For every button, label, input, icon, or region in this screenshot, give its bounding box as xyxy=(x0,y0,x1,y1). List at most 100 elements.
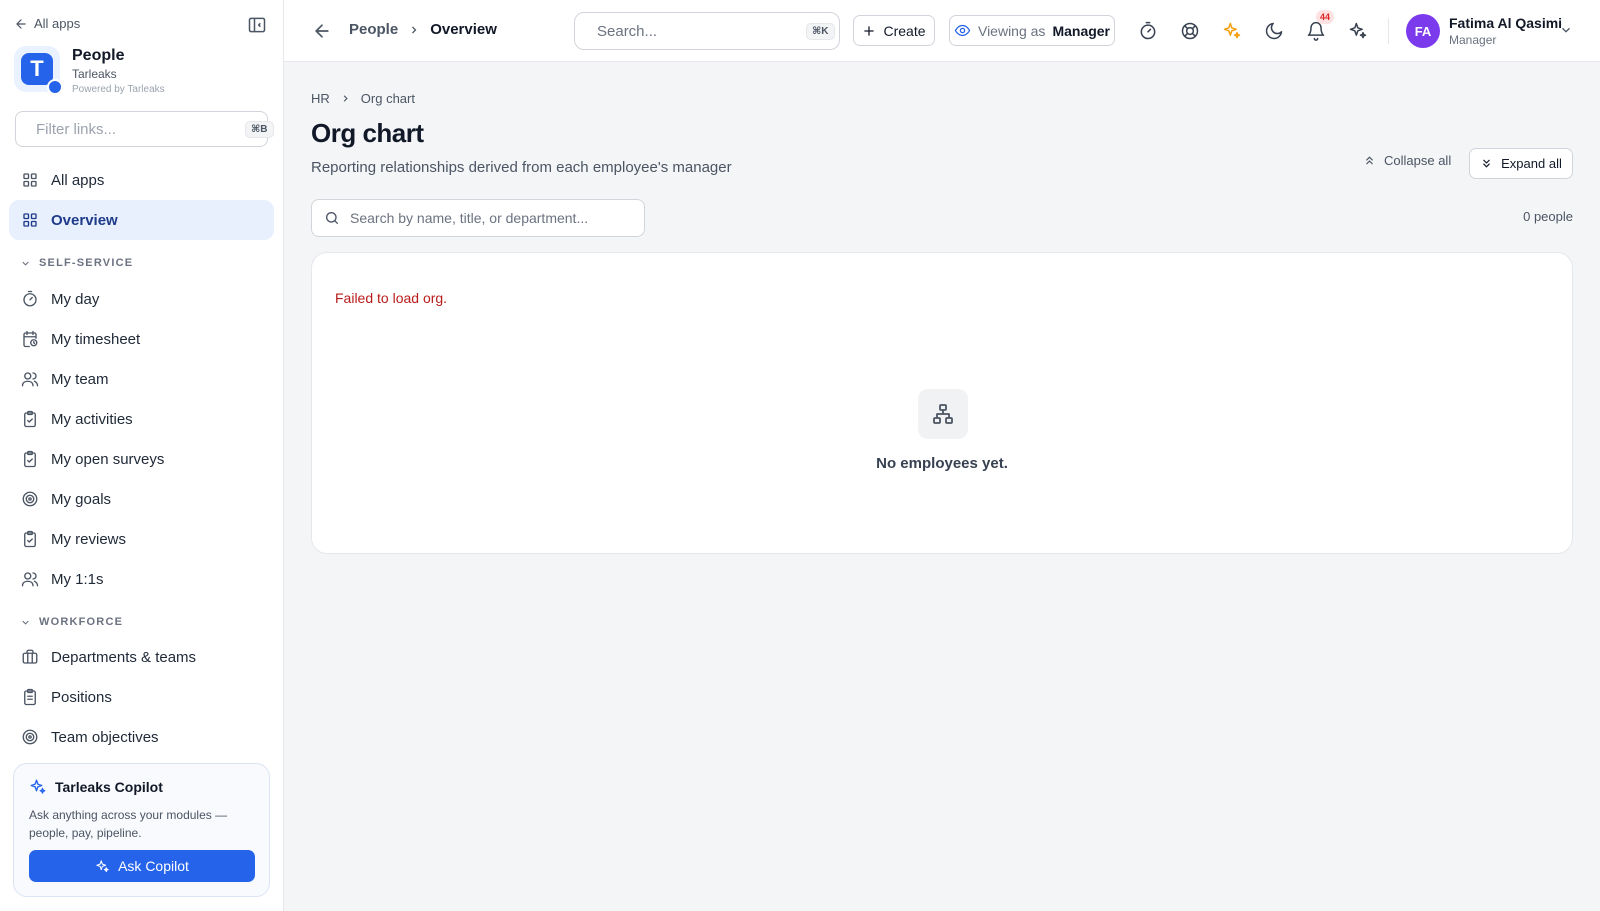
collapse-sidebar-button[interactable] xyxy=(247,15,267,35)
viewing-as-button[interactable]: Viewing as Manager xyxy=(949,15,1115,46)
users-icon xyxy=(21,572,39,587)
grid-icon xyxy=(23,173,37,187)
copilot-title: Tarleaks Copilot xyxy=(55,779,163,795)
page-subtitle: Reporting relationships derived from eac… xyxy=(311,159,732,176)
user-menu-toggle[interactable] xyxy=(1559,23,1573,37)
viewing-as-prefix: Viewing as xyxy=(977,22,1046,39)
sparkles-icon xyxy=(1223,22,1241,39)
sidebar-item-overview[interactable]: Overview xyxy=(9,200,274,240)
app-logo-badge xyxy=(47,79,63,95)
breadcrumb-people[interactable]: People xyxy=(349,21,398,38)
sidebar-item-my-day[interactable]: My day xyxy=(9,279,274,319)
collapse-all-label: Collapse all xyxy=(1384,153,1452,168)
chevron-right-icon xyxy=(343,95,348,102)
user-role: Manager xyxy=(1449,33,1497,47)
notifications-button[interactable] xyxy=(1306,21,1326,41)
user-name: Fatima Al Qasimi xyxy=(1449,15,1563,31)
back-button[interactable] xyxy=(312,21,332,41)
all-apps-back-label: All apps xyxy=(34,16,81,31)
org-chart-icon xyxy=(933,404,953,424)
users-icon xyxy=(21,372,39,387)
sidebar-item-my-activities[interactable]: My activities xyxy=(9,399,274,439)
app-logo: T xyxy=(14,46,63,95)
sidebar-item-positions[interactable]: Positions xyxy=(9,677,274,717)
copilot-shortcut-button[interactable] xyxy=(1348,21,1368,41)
sidebar-item-all-apps[interactable]: All apps xyxy=(9,160,274,200)
sidebar-item-label: My day xyxy=(51,290,100,308)
sidebar-item-label: My activities xyxy=(51,410,133,428)
avatar[interactable]: FA xyxy=(1406,14,1440,48)
ai-sparkle-button[interactable] xyxy=(1222,21,1242,41)
plus-icon xyxy=(864,25,875,36)
sidebar-item-label: Team objectives xyxy=(51,728,159,746)
error-message: Failed to load org. xyxy=(335,290,448,306)
arrow-left-icon xyxy=(315,24,329,38)
chevron-right-icon xyxy=(412,26,417,33)
copilot-title-row: Tarleaks Copilot xyxy=(29,778,254,796)
empty-state-icon xyxy=(918,389,968,439)
theme-toggle-button[interactable] xyxy=(1264,21,1284,41)
sidebar-item-departments-teams[interactable]: Departments & teams xyxy=(9,637,274,677)
sidebar-item-my-goals[interactable]: My goals xyxy=(9,479,274,519)
help-button[interactable] xyxy=(1180,21,1200,41)
eye-icon xyxy=(954,24,971,37)
global-search-field: ⌘K xyxy=(574,12,840,50)
all-apps-back-link[interactable]: All apps xyxy=(14,16,80,31)
life-buoy-icon xyxy=(1181,22,1199,40)
org-search-field xyxy=(311,199,645,237)
app-logo-mark: T xyxy=(21,53,53,85)
empty-state-message: No employees yet. xyxy=(876,455,1008,472)
user-info[interactable]: Fatima Al Qasimi Manager xyxy=(1449,15,1562,48)
topbar: People Overview ⌘K Create Viewing as Man… xyxy=(284,0,1600,62)
section-toggle-self-service[interactable]: SELF-SERVICE xyxy=(20,257,133,269)
sidebar: All apps T People Tarleaks Powered by Ta… xyxy=(0,0,284,911)
sidebar-item-label: Departments & teams xyxy=(51,648,197,666)
sidebar-item-my-1-1s[interactable]: My 1:1s xyxy=(9,559,274,599)
filter-links-input[interactable] xyxy=(36,120,235,138)
sidebar-item-label: Overview xyxy=(51,211,118,229)
sidebar-item-my-reviews[interactable]: My reviews xyxy=(9,519,274,559)
global-search-input[interactable] xyxy=(597,22,796,40)
copilot-card: Tarleaks Copilot Ask anything across you… xyxy=(13,763,270,897)
page-title: Org chart xyxy=(311,118,424,148)
timer-icon xyxy=(23,290,37,307)
filter-shortcut-hint: ⌘B xyxy=(245,120,274,138)
ask-copilot-button[interactable]: Ask Copilot xyxy=(29,850,255,882)
target-icon xyxy=(22,729,38,745)
collapse-all-button[interactable]: Collapse all xyxy=(1363,153,1451,168)
sidebar-item-my-team[interactable]: My team xyxy=(9,359,274,399)
top-breadcrumb: People Overview xyxy=(349,21,497,38)
sidebar-item-label: My goals xyxy=(51,490,112,508)
org-search-input[interactable] xyxy=(350,210,632,226)
people-count: 0 people xyxy=(1523,209,1573,224)
sidebar-item-label: Positions xyxy=(51,688,112,706)
ask-copilot-label: Ask Copilot xyxy=(118,858,189,874)
sparkles-icon xyxy=(30,779,46,794)
filter-links-field: ⌘B xyxy=(15,111,274,147)
breadcrumb-hr[interactable]: HR xyxy=(311,91,330,106)
chevron-down-icon xyxy=(22,620,29,625)
section-toggle-workforce[interactable]: WORKFORCE xyxy=(20,616,123,628)
chevrons-down-icon xyxy=(1483,159,1490,168)
breadcrumb-org-chart: Org chart xyxy=(360,91,415,106)
app-name: People xyxy=(72,47,125,64)
sidebar-item-team-objectives[interactable]: Team objectives xyxy=(9,717,274,757)
briefcase-icon xyxy=(22,649,38,664)
arrow-left-icon xyxy=(16,18,26,29)
app-brand: T People Tarleaks Powered by Tarleaks xyxy=(14,46,165,98)
timer-button[interactable] xyxy=(1138,21,1158,41)
sidebar-item-my-timesheet[interactable]: My timesheet xyxy=(9,319,274,359)
page-breadcrumb: HR Org chart xyxy=(311,91,415,106)
calendar-clock-icon xyxy=(23,330,38,348)
section-title: WORKFORCE xyxy=(39,616,124,628)
moon-icon xyxy=(1265,22,1283,40)
copilot-description: Ask anything across your modules — peopl… xyxy=(29,808,228,840)
breadcrumb-overview: Overview xyxy=(430,21,497,38)
clipboard-check-icon xyxy=(24,450,36,468)
notification-count-badge: 44 xyxy=(1316,10,1335,24)
expand-all-button[interactable]: Expand all xyxy=(1469,148,1573,179)
sidebar-item-label: My timesheet xyxy=(51,330,141,348)
sidebar-item-my-open-surveys[interactable]: My open surveys xyxy=(9,439,274,479)
chevrons-up-icon xyxy=(1366,156,1373,165)
create-button[interactable]: Create xyxy=(853,15,935,46)
